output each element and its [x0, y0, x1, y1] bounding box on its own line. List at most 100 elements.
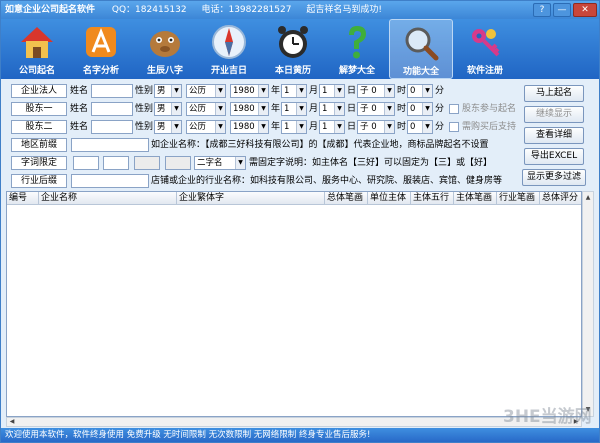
title-bar: 如意企业公司起名软件 QQ：182415132 电话：13982281527 起… — [1, 1, 599, 19]
gender-label: 性别 — [135, 86, 154, 96]
slogan-text: 起吉祥名马到成功! — [306, 5, 382, 15]
toolbar-almanac[interactable]: 本日黄历 — [261, 19, 325, 79]
hour-unit: 时 — [397, 104, 407, 114]
purchase-support-label: 需购买后支持 — [462, 122, 517, 132]
legal-person-month-select[interactable]: 1 ▼ — [281, 84, 307, 98]
year-unit: 年 — [271, 122, 281, 132]
results-table[interactable]: 编号 企业名称 企业繁体字 总体笔画 单位主体 主体五行 主体笔画 行业笔画 总… — [6, 191, 582, 417]
month-unit: 月 — [309, 122, 319, 132]
shareholder-2-day-select[interactable]: 1 ▼ — [319, 120, 345, 134]
toolbar-all-functions[interactable]: 功能大全 — [389, 19, 453, 79]
fixed-char-1-input[interactable] — [73, 156, 99, 170]
toolbar-name-analysis[interactable]: 名字分析 — [69, 19, 133, 79]
legal-person-gender-select[interactable]: 男 ▼ — [154, 84, 182, 98]
main-toolbar: 公司起名 名字分析 生辰八字 开业吉日 本日黄历 解梦大全 功能大全 软件注册 — [1, 19, 599, 79]
fixed-char-2-input[interactable] — [103, 156, 129, 170]
scroll-left-icon[interactable]: ◀ — [7, 418, 17, 426]
question-icon — [349, 26, 366, 59]
view-detail-button[interactable]: 查看详细 — [524, 127, 584, 144]
watermark-logo: 3HE当游网 — [503, 406, 592, 427]
col-main-body[interactable]: 单位主体 — [368, 192, 411, 205]
shareholder-participate-checkbox[interactable] — [449, 104, 459, 114]
magnifier-icon — [405, 27, 439, 61]
purchase-support-checkbox[interactable] — [449, 122, 459, 132]
shareholder-2-gender-select[interactable]: 男 ▼ — [154, 120, 182, 134]
legal-person-calendar-select[interactable]: 公历 ▼ — [186, 84, 226, 98]
year-unit: 年 — [271, 104, 281, 114]
shareholder-2-name-input[interactable] — [91, 120, 133, 134]
legal-person-hour-select[interactable]: 子 0 ▼ — [357, 84, 395, 98]
day-unit: 日 — [347, 86, 357, 96]
toolbar-opening-day[interactable]: 开业吉日 — [197, 19, 261, 79]
day-unit: 日 — [347, 104, 357, 114]
col-total-score[interactable]: 总体评分 — [540, 192, 581, 205]
fixed-char-3-input[interactable] — [134, 156, 160, 170]
col-total-strokes[interactable]: 总体笔画 — [325, 192, 368, 205]
col-id[interactable]: 编号 — [7, 192, 39, 205]
continue-display-button[interactable]: 继续显示 — [524, 106, 584, 123]
toolbar-birth-chart[interactable]: 生辰八字 — [133, 19, 197, 79]
help-button[interactable]: ? — [533, 3, 551, 17]
fixed-char-4-input[interactable] — [165, 156, 191, 170]
shareholder-2-year-select[interactable]: 1980 ▼ — [230, 120, 269, 134]
name-label: 姓名 — [70, 86, 89, 96]
industry-hint: 店铺或企业的行业名称：如科技有限公司、服务中心、研究院、服装店、宾馆、健身房等 — [151, 176, 503, 186]
shareholder-2-hour-select[interactable]: 子 0 ▼ — [357, 120, 395, 134]
col-company-name[interactable]: 企业名称 — [39, 192, 177, 205]
shareholder-1-hour-select[interactable]: 子 0 ▼ — [357, 102, 395, 116]
shareholder-1-month-select[interactable]: 1 ▼ — [281, 102, 307, 116]
shareholder-2-calendar-select[interactable]: 公历 ▼ — [186, 120, 226, 134]
compass-icon — [212, 25, 246, 59]
toolbar-register[interactable]: 软件注册 — [453, 19, 517, 79]
more-filter-button[interactable]: 显示更多过滤 — [522, 169, 586, 186]
legal-person-name-input[interactable] — [91, 84, 133, 98]
close-button[interactable]: ✕ — [573, 3, 597, 17]
shareholder-1-calendar-select[interactable]: 公历 ▼ — [186, 102, 226, 116]
toolbar-dream-interpretation[interactable]: 解梦大全 — [325, 19, 389, 79]
scroll-up-icon[interactable]: ▲ — [583, 192, 593, 204]
shareholder-participate-label: 股东参与起名 — [462, 104, 517, 114]
char-hint: 需固定字说明：如主体名【三好】可以固定为【三】或【好】 — [249, 158, 493, 168]
qq-text: QQ：182415132 — [111, 5, 187, 15]
legal-person-minute-select[interactable]: 0 ▼ — [407, 84, 433, 98]
shareholder-2-month-select[interactable]: 1 ▼ — [281, 120, 307, 134]
alarm-clock-icon — [278, 26, 308, 58]
legal-person-label: 企业法人 — [11, 84, 67, 98]
export-excel-button[interactable]: 导出EXCEL — [524, 148, 584, 165]
char-limit-label: 字词限定 — [11, 156, 67, 170]
shareholder-2-label: 股东二 — [11, 120, 67, 134]
house-icon — [21, 27, 53, 58]
start-naming-button[interactable]: 马上起名 — [524, 85, 584, 102]
minimize-button[interactable]: — — [553, 3, 571, 17]
col-main-strokes[interactable]: 主体笔画 — [454, 192, 497, 205]
vertical-scrollbar[interactable]: ▲ ▼ — [582, 191, 594, 417]
day-unit: 日 — [347, 122, 357, 132]
col-traditional[interactable]: 企业繁体字 — [177, 192, 325, 205]
industry-suffix-input[interactable] — [71, 174, 149, 188]
status-bar: 欢迎使用本软件，软件终身使用 免费升级 无时间限制 无次数限制 无网络限制 终身… — [1, 428, 599, 442]
shareholder-1-day-select[interactable]: 1 ▼ — [319, 102, 345, 116]
month-unit: 月 — [309, 104, 319, 114]
shareholder-2-minute-select[interactable]: 0 ▼ — [407, 120, 433, 134]
horizontal-scrollbar[interactable]: ◀ ▶ — [6, 417, 582, 427]
col-five-elements[interactable]: 主体五行 — [411, 192, 454, 205]
toolbar-company-naming[interactable]: 公司起名 — [5, 19, 69, 79]
legal-person-day-select[interactable]: 1 ▼ — [319, 84, 345, 98]
shareholder-1-year-select[interactable]: 1980 ▼ — [230, 102, 269, 116]
region-prefix-input[interactable] — [71, 138, 149, 152]
shareholder-1-name-input[interactable] — [91, 102, 133, 116]
hour-unit: 时 — [397, 122, 407, 132]
legal-person-year-select[interactable]: 1980 ▼ — [230, 84, 269, 98]
shareholder-1-minute-select[interactable]: 0 ▼ — [407, 102, 433, 116]
month-unit: 月 — [309, 86, 319, 96]
analysis-icon — [86, 27, 116, 57]
char-count-select[interactable]: 二字名 ▼ — [194, 156, 246, 170]
shareholder-1-gender-select[interactable]: 男 ▼ — [154, 102, 182, 116]
col-industry-strokes[interactable]: 行业笔画 — [497, 192, 540, 205]
minute-unit: 分 — [435, 122, 445, 132]
gender-label: 性别 — [135, 122, 154, 132]
industry-suffix-label: 行业后缀 — [11, 174, 67, 188]
gender-label: 性别 — [135, 104, 154, 114]
region-prefix-label: 地区前缀 — [11, 138, 67, 152]
region-hint: 如企业名称：【成都三好科技有限公司】的【成都】代表企业地，商标品牌起名不设置 — [151, 140, 489, 150]
